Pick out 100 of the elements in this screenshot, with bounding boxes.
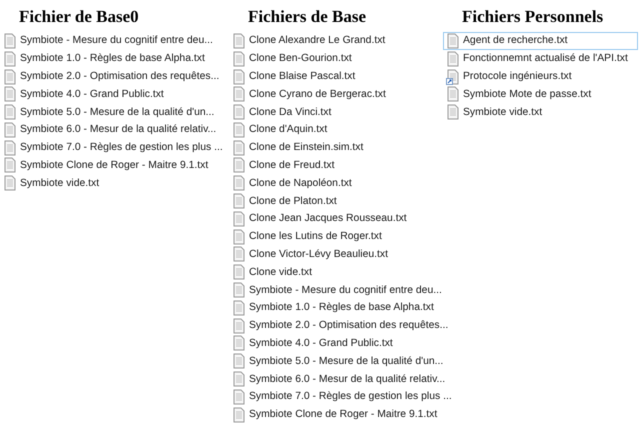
- file-item[interactable]: Agent de recherche.txt: [443, 32, 638, 50]
- text-file-icon: [232, 353, 246, 370]
- text-file-icon: [232, 175, 246, 192]
- file-item[interactable]: Symbiote Clone de Roger - Maitre 9.1.txt: [229, 406, 441, 424]
- file-name: Clone vide.txt: [249, 266, 312, 278]
- file-name: Symbiote 6.0 - Mesur de la qualité relativ...: [249, 374, 446, 385]
- text-file-icon: [232, 371, 246, 388]
- file-name: Clone les Lutins de Roger.txt: [249, 231, 382, 242]
- file-item[interactable]: Clone Victor-Lévy Beaulieu.txt: [229, 246, 441, 264]
- file-item[interactable]: Clone de Freud.txt: [229, 156, 441, 174]
- file-item[interactable]: Clone Blaise Pascal.txt: [229, 68, 441, 86]
- text-file-icon: [3, 122, 17, 138]
- text-file-icon: [232, 300, 246, 316]
- text-file-icon: [232, 246, 246, 262]
- file-item[interactable]: Clone de Napoléon.txt: [229, 174, 441, 192]
- file-item[interactable]: Clone Alexandre Le Grand.txt: [229, 32, 441, 50]
- file-item[interactable]: Symbiote 1.0 - Règles de base Alpha.txt: [0, 50, 227, 68]
- column-title: Fichiers Personnels: [462, 7, 604, 27]
- file-name: Clone d'Aquin.txt: [249, 124, 328, 136]
- column-title: Fichiers de Base: [248, 7, 368, 27]
- text-file-icon: [232, 104, 246, 120]
- text-file-icon: [446, 86, 460, 102]
- text-file-icon: [232, 68, 246, 84]
- text-file-icon: [232, 140, 246, 156]
- file-item[interactable]: Symbiote 6.0 - Mesur de la qualité relativ...: [0, 120, 227, 139]
- file-name: Clone Da Vinci.txt: [249, 106, 332, 118]
- text-file-icon: [446, 32, 460, 49]
- file-item[interactable]: Symbiote Clone de Roger - Maitre 9.1.txt: [0, 156, 227, 174]
- file-item[interactable]: Clone Cyrano de Bergerac.txt: [229, 85, 441, 104]
- text-file-icon: [232, 193, 246, 210]
- file-item[interactable]: Symbiote - Mesure du cognitif entre deu...: [229, 281, 443, 299]
- file-name: Symbiote Mote de passe.txt: [463, 88, 592, 100]
- file-item[interactable]: Clone Jean Jacques Rousseau.txt: [229, 210, 441, 228]
- file-name: Symbiote - Mesure du cognitif entre deu...: [20, 35, 213, 46]
- file-item[interactable]: Symbiote 1.0 - Règles de base Alpha.txt: [229, 298, 441, 317]
- file-item[interactable]: Symbiote 5.0 - Mesure de la qualité d'un...: [229, 352, 444, 370]
- file-name: Clone Jean Jacques Rousseau.txt: [249, 213, 407, 224]
- file-name: Clone de Freud.txt: [249, 160, 334, 171]
- text-file-icon: [232, 210, 246, 227]
- file-name: Clone Blaise Pascal.txt: [249, 70, 356, 82]
- text-file-icon: [3, 140, 17, 156]
- file-name: Symbiote 7.0 - Règles de gestion les plus ...: [20, 142, 223, 154]
- file-name: Symbiote 1.0 - Règles de base Alpha.txt: [249, 302, 434, 314]
- file-item[interactable]: Symbiote Mote de passe.txt: [443, 85, 638, 104]
- text-file-icon: [446, 104, 460, 120]
- text-file-icon: [232, 157, 246, 174]
- text-file-icon: [232, 122, 246, 138]
- file-name: Symbiote 5.0 - Mesure de la qualité d'un...: [249, 356, 444, 367]
- file-item[interactable]: Symbiote 5.0 - Mesure de la qualité d'un...: [0, 103, 227, 121]
- file-name: Symbiote 2.0 - Optimisation des requêtes...: [249, 320, 448, 332]
- text-file-icon: [3, 175, 17, 192]
- file-name: Clone de Einstein.sim.txt: [249, 142, 364, 154]
- file-name: Symbiote - Mesure du cognitif entre deu...: [249, 284, 442, 296]
- text-file-icon: [3, 104, 17, 120]
- file-name: Symbiote 4.0 - Grand Public.txt: [20, 88, 164, 100]
- text-file-icon: [232, 50, 246, 67]
- file-name: Clone Alexandre Le Grand.txt: [249, 35, 386, 46]
- text-file-icon: [232, 282, 246, 298]
- column-title: Fichier de Base0: [19, 7, 140, 27]
- file-name: Fonctionnemnt actualisé de l'API.txt: [463, 53, 628, 64]
- file-name: Clone Ben-Gourion.txt: [249, 53, 352, 64]
- text-file-icon: [232, 86, 246, 102]
- file-item[interactable]: Symbiote vide.txt: [443, 103, 638, 121]
- text-file-icon: [3, 157, 17, 174]
- file-item[interactable]: Symbiote 7.0 - Règles de gestion les plus ...: [229, 388, 453, 406]
- file-item[interactable]: Symbiote - Mesure du cognitif entre deu...: [0, 32, 227, 50]
- text-file-icon: [3, 50, 17, 67]
- file-name: Symbiote vide.txt: [20, 178, 100, 189]
- file-item[interactable]: Symbiote 7.0 - Règles de gestion les plus ...: [0, 138, 227, 157]
- file-item[interactable]: Symbiote 2.0 - Optimisation des requêtes...: [229, 316, 450, 335]
- file-name: Symbiote 7.0 - Règles de gestion les plus ...: [249, 391, 452, 402]
- file-item[interactable]: Clone Ben-Gourion.txt: [229, 50, 441, 68]
- file-item[interactable]: Symbiote 2.0 - Optimisation des requêtes...: [0, 68, 227, 86]
- text-file-icon: [232, 318, 246, 334]
- file-name: Symbiote Clone de Roger - Maitre 9.1.txt: [249, 409, 438, 420]
- file-name: Clone Cyrano de Bergerac.txt: [249, 88, 386, 100]
- text-file-icon: [446, 50, 460, 67]
- file-item[interactable]: Clone de Einstein.sim.txt: [229, 138, 441, 157]
- text-file-icon: [232, 335, 246, 352]
- file-item[interactable]: Clone vide.txt: [229, 263, 441, 282]
- file-name: Symbiote 1.0 - Règles de base Alpha.txt: [20, 53, 205, 64]
- file-item[interactable]: Protocole ingénieurs.txt: [443, 68, 638, 86]
- file-name: Symbiote 5.0 - Mesure de la qualité d'un...: [20, 106, 214, 118]
- file-name: Symbiote Clone de Roger - Maitre 9.1.txt: [20, 160, 208, 171]
- file-item[interactable]: Clone Da Vinci.txt: [229, 103, 441, 121]
- file-name: Clone de Napoléon.txt: [249, 178, 352, 189]
- file-item[interactable]: Clone d'Aquin.txt: [229, 120, 441, 139]
- file-item[interactable]: Clone de Platon.txt: [229, 192, 441, 210]
- file-item[interactable]: Symbiote vide.txt: [0, 174, 227, 192]
- text-file-icon: [232, 388, 246, 405]
- file-item[interactable]: Clone les Lutins de Roger.txt: [229, 228, 441, 246]
- file-name: Symbiote 6.0 - Mesur de la qualité relativ...: [20, 124, 216, 136]
- text-file-icon: [232, 264, 246, 280]
- file-item[interactable]: Symbiote 6.0 - Mesur de la qualité relativ...: [229, 370, 446, 388]
- file-item[interactable]: Fonctionnemnt actualisé de l'API.txt: [443, 50, 638, 68]
- file-item[interactable]: Symbiote 4.0 - Grand Public.txt: [229, 334, 441, 352]
- file-name: Clone de Platon.txt: [249, 196, 337, 207]
- file-name: Symbiote 4.0 - Grand Public.txt: [249, 338, 393, 349]
- text-file-icon: [3, 68, 17, 84]
- file-item[interactable]: Symbiote 4.0 - Grand Public.txt: [0, 85, 227, 104]
